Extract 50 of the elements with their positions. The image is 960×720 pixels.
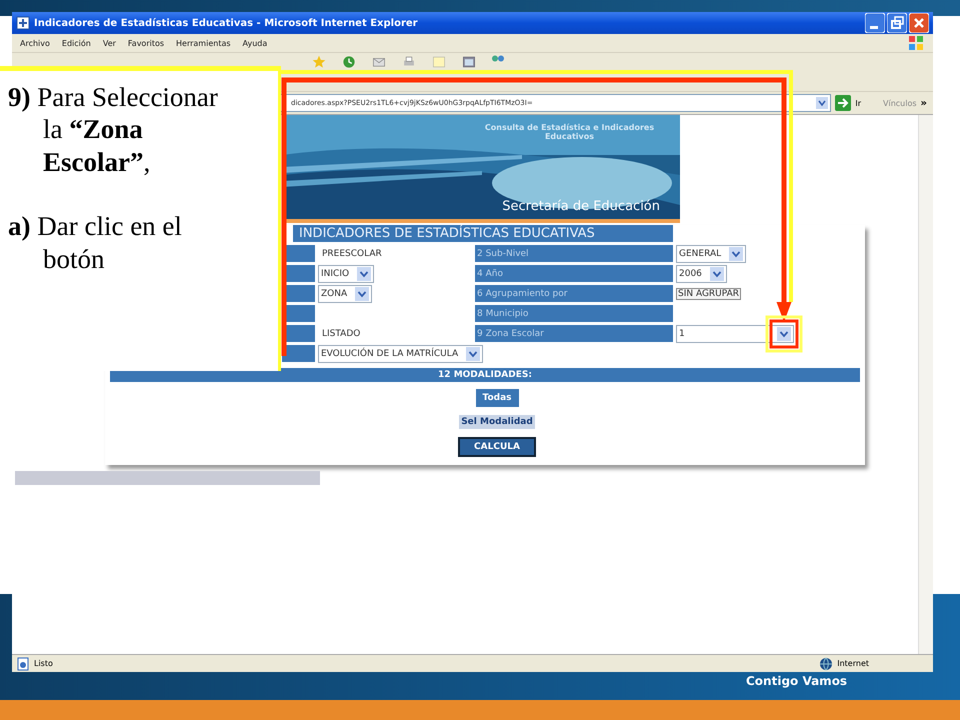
form-button[interactable]: Todas xyxy=(476,389,518,407)
dropdown[interactable]: EVOLUCIÓN DE LA MATRÍCULA xyxy=(318,344,484,362)
field-label: 6 Agrupamiento por xyxy=(475,285,673,302)
menu-item[interactable]: Edición xyxy=(62,38,91,48)
close-icon xyxy=(909,13,929,33)
field-value: LISTADO xyxy=(321,328,360,338)
form-button[interactable]: CALCULA xyxy=(458,437,536,457)
dropdown[interactable]: INICIO xyxy=(318,264,374,282)
menu-item[interactable]: Herramientas xyxy=(176,38,231,48)
mail-icon xyxy=(372,55,386,69)
instruction-text: a) Dar clic en el botón xyxy=(8,210,183,275)
field-label: 8 Municipio xyxy=(475,305,673,322)
window-icon xyxy=(462,55,476,69)
scrollbar[interactable] xyxy=(918,115,933,654)
label-cell xyxy=(282,345,315,362)
more-links[interactable]: » xyxy=(920,98,927,108)
browser-icon xyxy=(16,16,30,30)
field-label: 2 Sub-Nivel xyxy=(475,245,673,262)
menu-item[interactable]: Favoritos xyxy=(128,38,164,48)
menu-item[interactable]: Ver xyxy=(102,38,116,48)
note-icon xyxy=(432,55,446,69)
globe-icon xyxy=(819,656,834,670)
restore-icon xyxy=(887,13,907,33)
page-icon xyxy=(16,656,30,670)
slogan: Contigo Vamos xyxy=(746,674,848,688)
zone-label: Internet xyxy=(837,659,869,668)
go-arrow-icon xyxy=(835,95,852,111)
go-button[interactable]: Ir xyxy=(855,98,861,108)
minimize-icon xyxy=(865,13,885,33)
field-value: PREESCOLAR xyxy=(321,248,382,258)
field-label: 4 Año xyxy=(475,265,673,282)
grouping-button[interactable]: SIN AGRUPAR xyxy=(676,288,742,300)
dropdown[interactable]: 1 xyxy=(676,324,794,342)
history-icon xyxy=(342,55,356,69)
section-header: 12 MODALIDADES: xyxy=(110,368,860,382)
people-icon xyxy=(492,55,504,62)
instruction-text: 9) Para Seleccionar la “Zona Escolar”, xyxy=(8,81,219,178)
form-button[interactable]: Sel Modalidad xyxy=(459,415,535,429)
window-title: Indicadores de Estadísticas Educativas - Microsoft Internet Explorer xyxy=(34,18,419,28)
form-title: INDICADORES DE ESTADÍSTICAS EDUCATIVAS xyxy=(293,225,673,242)
dropdown[interactable]: 2006 xyxy=(676,264,727,282)
flag-logo-icon xyxy=(907,34,925,52)
menu-item[interactable]: Ayuda xyxy=(242,38,268,48)
menu-item[interactable]: Archivo xyxy=(20,38,50,48)
field-label: 9 Zona Escolar xyxy=(475,325,673,342)
dropdown[interactable]: ZONA xyxy=(318,284,372,302)
status-text: Listo xyxy=(34,659,53,668)
star-icon xyxy=(312,55,326,69)
banner-heading: Consulta de Estadística e Indicadores Educativos xyxy=(484,123,656,141)
dropdown[interactable]: GENERAL xyxy=(676,244,746,262)
